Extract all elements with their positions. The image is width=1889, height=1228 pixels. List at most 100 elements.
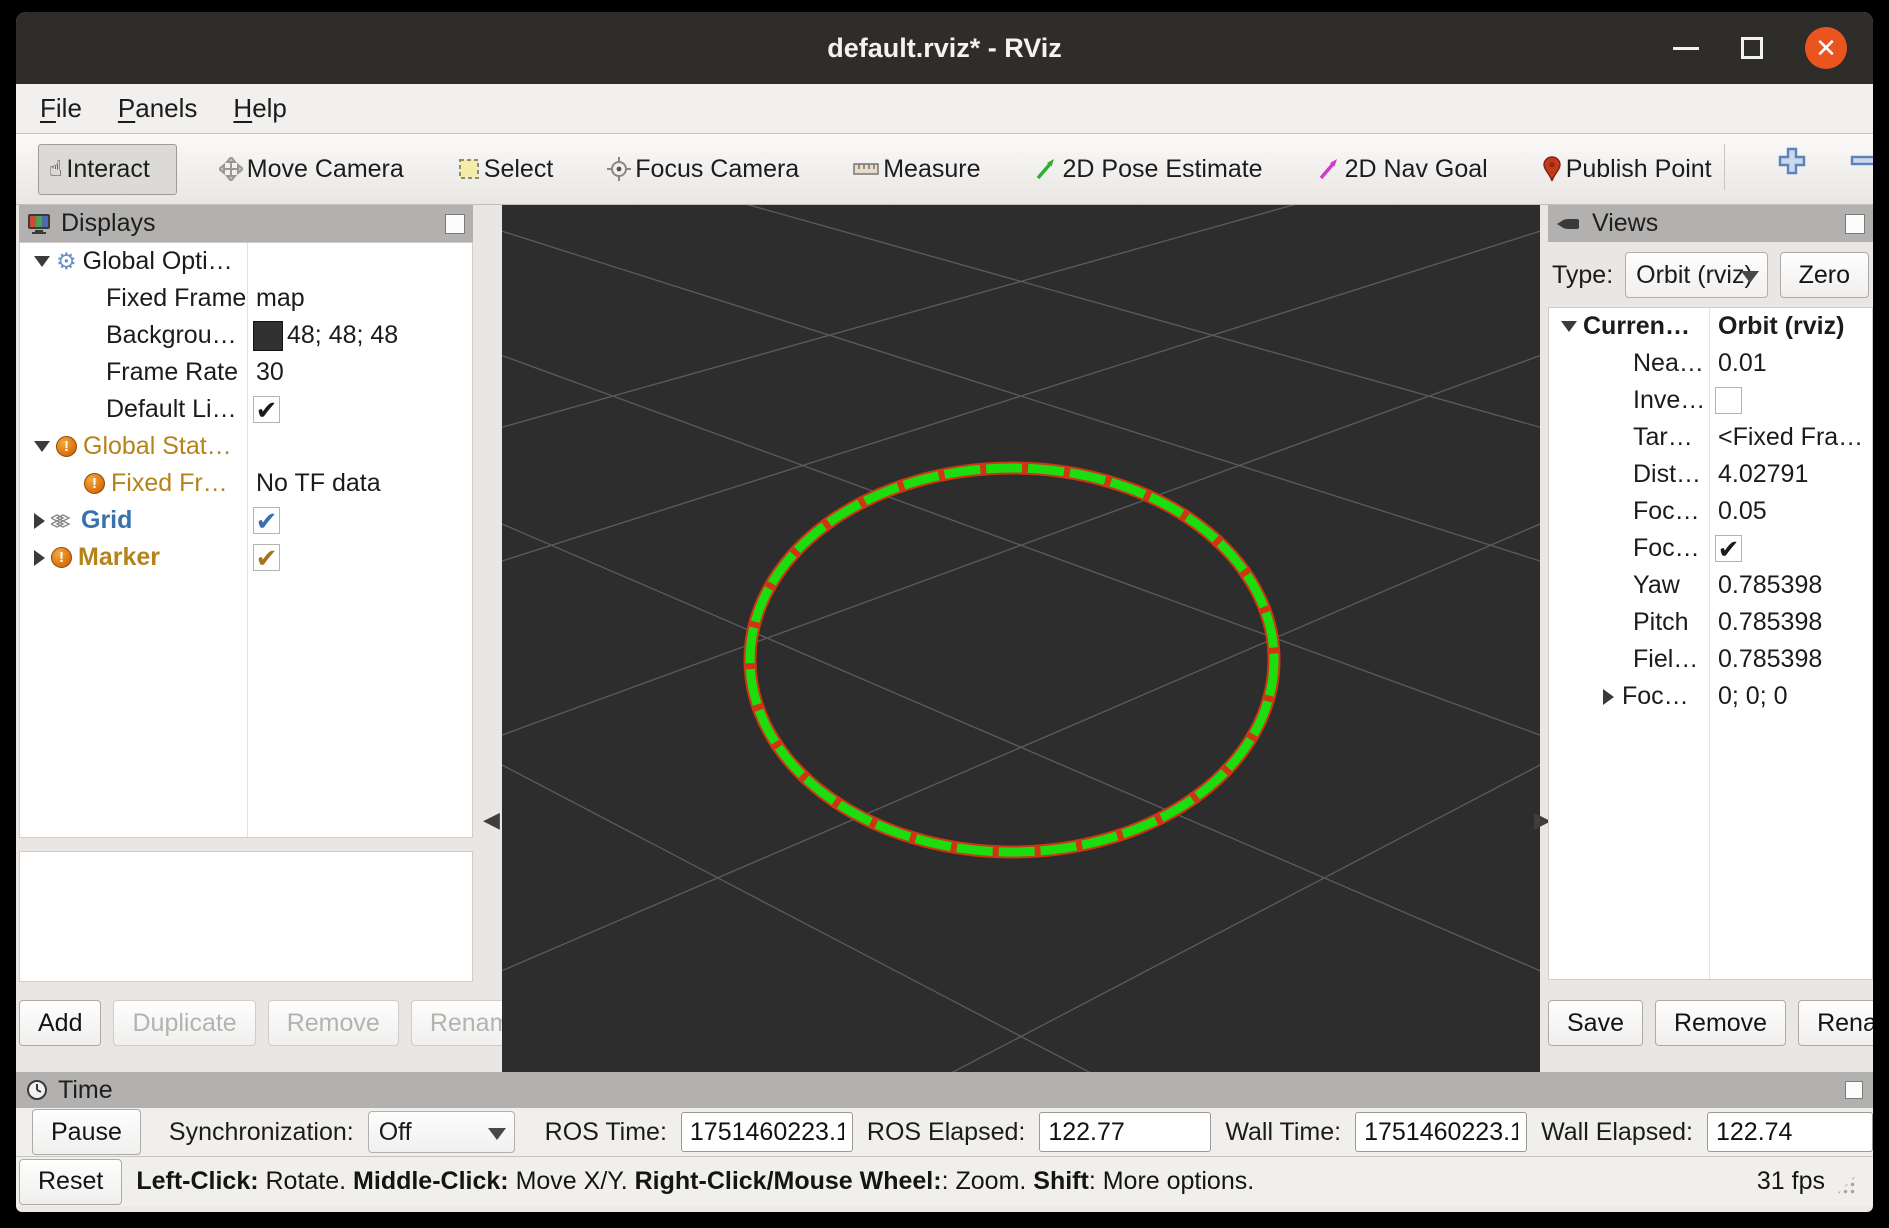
time-panel-dock-button[interactable] bbox=[1845, 1081, 1863, 1099]
minimize-icon[interactable] bbox=[1673, 47, 1699, 50]
toolbar: ☝ Interact Move Camera Select bbox=[16, 134, 1873, 205]
add-display-button[interactable]: Add bbox=[19, 1000, 101, 1046]
tree-row-distance[interactable]: Dist… 4.02791 bbox=[1549, 456, 1872, 493]
time-panel-header[interactable]: Time bbox=[16, 1072, 1873, 1108]
target-frame-value[interactable]: <Fixed Fra… bbox=[1718, 423, 1863, 452]
measure-tool-button[interactable]: Measure bbox=[853, 155, 980, 184]
displays-panel-header[interactable]: Displays bbox=[19, 205, 473, 242]
view-type-select[interactable]: Orbit (rviz) bbox=[1625, 252, 1767, 298]
tree-row-marker[interactable]: ! Marker ✔ bbox=[20, 539, 472, 576]
tree-row-current-view[interactable]: Curren… Orbit (rviz) bbox=[1549, 308, 1872, 345]
displays-column-splitter[interactable] bbox=[247, 243, 248, 837]
frame-rate-value[interactable]: 30 bbox=[256, 358, 284, 387]
synchronization-select[interactable]: Off bbox=[368, 1111, 515, 1153]
collapse-left-panel-icon[interactable]: ◀ bbox=[483, 807, 500, 833]
move-camera-tool-button[interactable]: Move Camera bbox=[219, 155, 404, 184]
default-light-checkbox[interactable]: ✔ bbox=[253, 396, 280, 423]
pose-estimate-tool-button[interactable]: 2D Pose Estimate bbox=[1034, 155, 1262, 184]
focus-crosshair-icon bbox=[607, 157, 631, 181]
chevron-down-icon bbox=[1741, 271, 1759, 283]
duplicate-display-button[interactable]: Duplicate bbox=[113, 1000, 255, 1046]
tree-row-focal-shape-size[interactable]: Foc… 0.05 bbox=[1549, 493, 1872, 530]
marker-enabled-checkbox[interactable]: ✔ bbox=[253, 544, 280, 571]
tree-row-frame-rate[interactable]: Frame Rate 30 bbox=[20, 354, 472, 391]
tree-row-focal-shape-fixed[interactable]: Foc… ✔ bbox=[1549, 530, 1872, 567]
remove-view-button[interactable]: Remove bbox=[1655, 1000, 1786, 1046]
displays-tree: ⚙ Global Opti… Fixed Frame map Backgrou… bbox=[19, 242, 473, 838]
tree-row-global-status[interactable]: ! Global Stat… bbox=[20, 428, 472, 465]
interact-tool-button[interactable]: ☝ Interact bbox=[38, 144, 177, 195]
tree-row-fixed-frame-status[interactable]: ! Fixed Fr… No TF data bbox=[20, 465, 472, 502]
focus-camera-tool-button[interactable]: Focus Camera bbox=[607, 155, 799, 184]
expander-closed-icon[interactable] bbox=[34, 550, 45, 566]
save-view-button[interactable]: Save bbox=[1548, 1000, 1643, 1046]
grid-enabled-checkbox[interactable]: ✔ bbox=[253, 507, 280, 534]
pause-button[interactable]: Pause bbox=[32, 1109, 141, 1155]
menubar: File Panels Help bbox=[16, 84, 1873, 134]
toolbar-separator bbox=[1724, 144, 1725, 190]
close-icon[interactable]: ✕ bbox=[1805, 27, 1847, 69]
titlebar[interactable]: default.rviz* - RViz ✕ bbox=[16, 12, 1873, 84]
resize-grip[interactable] bbox=[1835, 1174, 1857, 1196]
tree-row-pitch[interactable]: Pitch 0.785398 bbox=[1549, 604, 1872, 641]
views-column-splitter[interactable] bbox=[1709, 308, 1710, 979]
add-tool-button[interactable] bbox=[1777, 144, 1823, 194]
warning-icon: ! bbox=[56, 436, 77, 457]
menu-panels[interactable]: Panels bbox=[118, 93, 198, 124]
views-panel-header[interactable]: Views bbox=[1548, 205, 1873, 242]
focal-shape-size-value[interactable]: 0.05 bbox=[1718, 497, 1767, 526]
field-of-view-value[interactable]: 0.785398 bbox=[1718, 645, 1822, 674]
reset-button[interactable]: Reset bbox=[19, 1159, 122, 1205]
render-viewport[interactable] bbox=[502, 205, 1540, 1072]
color-swatch[interactable] bbox=[253, 321, 283, 351]
tree-row-grid[interactable]: Grid ✔ bbox=[20, 502, 472, 539]
nav-goal-tool-button[interactable]: 2D Nav Goal bbox=[1317, 155, 1488, 184]
fixed-frame-value[interactable]: map bbox=[256, 284, 305, 313]
tree-row-focal-point[interactable]: Foc… 0; 0; 0 bbox=[1549, 678, 1872, 715]
tree-row-target-frame[interactable]: Tar… <Fixed Fra… bbox=[1549, 419, 1872, 456]
publish-point-tool-button[interactable]: Publish Point bbox=[1542, 155, 1712, 184]
expander-open-icon[interactable] bbox=[34, 441, 50, 452]
yaw-value[interactable]: 0.785398 bbox=[1718, 571, 1822, 600]
displays-panel-dock-button[interactable] bbox=[445, 214, 465, 234]
rviz-window: default.rviz* - RViz ✕ File Panels Help … bbox=[16, 12, 1873, 1212]
background-color-value[interactable]: 48; 48; 48 bbox=[287, 321, 398, 350]
fps-counter: 31 fps bbox=[1757, 1167, 1825, 1196]
tree-row-near-clip[interactable]: Nea… 0.01 bbox=[1549, 345, 1872, 382]
invert-z-checkbox[interactable] bbox=[1715, 387, 1742, 414]
view-type-row: Type: Orbit (rviz) Zero bbox=[1552, 249, 1869, 301]
ros-elapsed-input[interactable] bbox=[1039, 1112, 1211, 1152]
near-clip-value[interactable]: 0.01 bbox=[1718, 349, 1767, 378]
menu-help[interactable]: Help bbox=[233, 93, 286, 124]
ros-time-label: ROS Time: bbox=[545, 1118, 667, 1147]
expander-open-icon[interactable] bbox=[1561, 321, 1577, 332]
tree-row-global-options[interactable]: ⚙ Global Opti… bbox=[20, 243, 472, 280]
tree-row-field-of-view[interactable]: Fiel… 0.785398 bbox=[1549, 641, 1872, 678]
remove-display-button[interactable]: Remove bbox=[268, 1000, 399, 1046]
tree-row-fixed-frame[interactable]: Fixed Frame map bbox=[20, 280, 472, 317]
menu-file[interactable]: File bbox=[40, 93, 82, 124]
focal-shape-fixed-checkbox[interactable]: ✔ bbox=[1715, 535, 1742, 562]
distance-value[interactable]: 4.02791 bbox=[1718, 460, 1808, 489]
expander-open-icon[interactable] bbox=[34, 256, 50, 267]
wall-time-input[interactable] bbox=[1355, 1112, 1527, 1152]
zero-button[interactable]: Zero bbox=[1780, 252, 1869, 298]
tree-row-default-light[interactable]: Default Li… ✔ bbox=[20, 391, 472, 428]
tree-row-yaw[interactable]: Yaw 0.785398 bbox=[1549, 567, 1872, 604]
views-panel-dock-button[interactable] bbox=[1845, 214, 1865, 234]
remove-tool-button[interactable] bbox=[1849, 144, 1873, 194]
ros-time-input[interactable] bbox=[681, 1112, 853, 1152]
tree-row-background-color[interactable]: Backgrou… 48; 48; 48 bbox=[20, 317, 472, 354]
pitch-value[interactable]: 0.785398 bbox=[1718, 608, 1822, 637]
type-label: Type: bbox=[1552, 261, 1613, 290]
focal-point-value[interactable]: 0; 0; 0 bbox=[1718, 682, 1788, 711]
rename-view-button[interactable]: Rename bbox=[1798, 1000, 1873, 1046]
expander-closed-icon[interactable] bbox=[34, 513, 45, 529]
expander-closed-icon[interactable] bbox=[1603, 689, 1614, 705]
views-tree: Curren… Orbit (rviz) Nea… 0.01 Inve… Tar… bbox=[1548, 307, 1873, 980]
maximize-icon[interactable] bbox=[1741, 37, 1763, 59]
wall-elapsed-input[interactable] bbox=[1707, 1112, 1873, 1152]
clock-icon bbox=[26, 1079, 48, 1101]
tree-row-invert-z[interactable]: Inve… bbox=[1549, 382, 1872, 419]
select-tool-button[interactable]: Select bbox=[458, 155, 553, 184]
